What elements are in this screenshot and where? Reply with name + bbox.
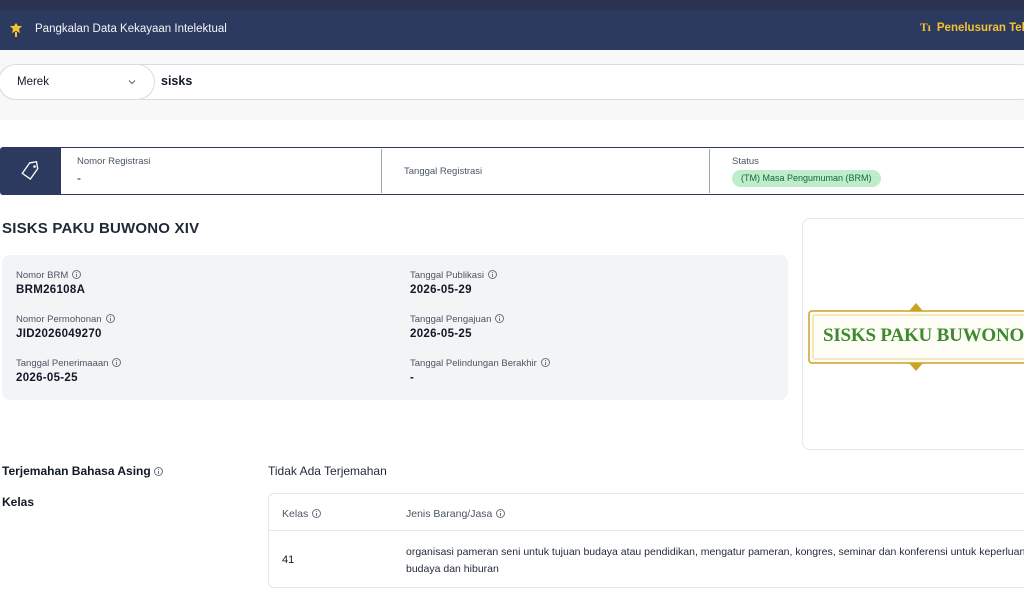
- terjemahan-label-text: Terjemahan Bahasa Asing: [2, 464, 151, 478]
- nomor-registrasi-value: -: [77, 171, 81, 185]
- status-label: Status: [732, 156, 759, 167]
- site-title[interactable]: Pangkalan Data Kekayaan Intelektual: [35, 23, 227, 35]
- nomor-brm-value: BRM26108A: [16, 284, 86, 296]
- mark-title: SISKS PAKU BUWONO XIV: [2, 220, 200, 237]
- details-panel: Nomor BRM BRM26108A Nomor Permohonan JID…: [2, 255, 788, 400]
- garuda-emblem-icon: [10, 23, 22, 37]
- nomor-permohonan-value: JID2026049270: [16, 328, 102, 340]
- tanggal-pelindungan-label-text: Tanggal Pelindungan Berakhir: [410, 358, 537, 369]
- top-strip: [0, 0, 1024, 10]
- column-header-kelas: Kelas: [282, 508, 322, 520]
- tag-icon: [21, 161, 39, 180]
- nomor-brm-label-text: Nomor BRM: [16, 270, 69, 281]
- terjemahan-value: Tidak Ada Terjemahan: [268, 464, 387, 478]
- divider: [381, 149, 382, 193]
- tanggal-publikasi-label: Tanggal Publikasi: [410, 270, 497, 281]
- kelas-cell: 41: [282, 554, 295, 566]
- info-icon[interactable]: [153, 467, 163, 476]
- tanggal-pengajuan-label: Tanggal Pengajuan: [410, 314, 505, 325]
- terjemahan-label: Terjemahan Bahasa Asing: [2, 464, 163, 478]
- column-header-jenis: Jenis Barang/Jasa: [406, 508, 506, 520]
- info-icon[interactable]: [112, 358, 122, 367]
- nomor-brm-label: Nomor BRM: [16, 270, 82, 281]
- chevron-down-icon: [128, 80, 136, 85]
- info-icon[interactable]: [72, 270, 82, 279]
- divider: [709, 149, 710, 193]
- nomor-registrasi-label: Nomor Registrasi: [77, 156, 151, 167]
- tanggal-pengajuan-value: 2026-05-25: [410, 328, 472, 340]
- info-icon[interactable]: [496, 509, 506, 518]
- penelusuran-teks-label: Penelusuran Tek: [936, 22, 1024, 34]
- tanggal-pelindungan-value: -: [410, 372, 415, 384]
- tanggal-penerimaan-value: 2026-05-25: [16, 372, 78, 384]
- text-search-icon: Tı: [920, 22, 931, 34]
- tanggal-publikasi-value: 2026-05-29: [410, 284, 472, 296]
- registration-icon-box: [0, 147, 61, 195]
- nomor-permohonan-label: Nomor Permohonan: [16, 314, 115, 325]
- tanggal-penerimaan-label-text: Tanggal Penerimaaan: [16, 358, 109, 369]
- tanggal-publikasi-label-text: Tanggal Publikasi: [410, 270, 484, 281]
- penelusuran-teks-link[interactable]: Tı Penelusuran Tek: [920, 22, 1024, 34]
- info-icon[interactable]: [105, 314, 115, 323]
- site-header: Pangkalan Data Kekayaan Intelektual Tı Pe…: [0, 10, 1024, 50]
- search-type-select[interactable]: Merek: [0, 64, 155, 100]
- tanggal-pelindungan-label: Tanggal Pelindungan Berakhir: [410, 358, 550, 369]
- search-input[interactable]: sisks: [161, 74, 192, 88]
- column-header-jenis-text: Jenis Barang/Jasa: [406, 508, 493, 520]
- info-icon[interactable]: [487, 270, 497, 279]
- kelas-label: Kelas: [2, 495, 35, 509]
- search-type-selected: Merek: [17, 76, 49, 88]
- tanggal-pengajuan-label-text: Tanggal Pengajuan: [410, 314, 492, 325]
- status-badge: (TM) Masa Pengumuman (BRM): [732, 170, 881, 187]
- tanggal-registrasi-label: Tanggal Registrasi: [404, 166, 483, 177]
- jenis-cell: organisasi pameran seni untuk tujuan bud…: [406, 546, 1024, 575]
- nomor-permohonan-label-text: Nomor Permohonan: [16, 314, 102, 325]
- tanggal-penerimaan-label: Tanggal Penerimaaan: [16, 358, 122, 369]
- info-icon[interactable]: [495, 314, 505, 323]
- kelas-table: Kelas Jenis Barang/Jasa 41 organisasi pa…: [268, 493, 1024, 588]
- trademark-logo-text: SISKS PAKU BUWONO XIV: [823, 325, 1024, 346]
- table-header: Kelas Jenis Barang/Jasa: [269, 494, 1024, 531]
- info-icon[interactable]: [312, 509, 322, 518]
- info-icon[interactable]: [540, 358, 550, 367]
- trademark-image[interactable]: SISKS PAKU BUWONO XIV: [802, 218, 1024, 450]
- column-header-kelas-text: Kelas: [282, 508, 309, 520]
